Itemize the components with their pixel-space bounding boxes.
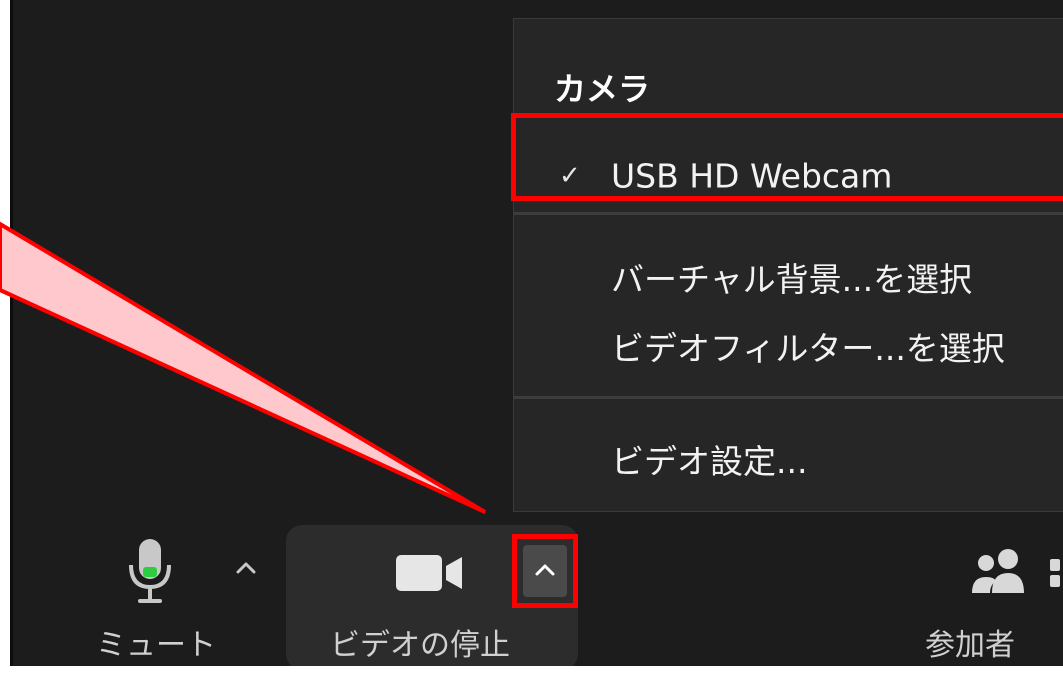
menu-item-video-settings[interactable]: ビデオ設定... <box>514 429 1063 489</box>
participants-label[interactable]: 参加者 <box>925 620 1015 664</box>
page-margin-bottom <box>0 666 1063 676</box>
camera-menu: カメラ ✓ USB HD Webcam バーチャル背景...を選択 ビデオフィル… <box>513 18 1063 512</box>
caret-up-icon[interactable] <box>232 558 260 582</box>
menu-item-label: ビデオフィルター...を選択 <box>611 329 1005 368</box>
menu-item-label: バーチャル背景...を選択 <box>611 260 973 299</box>
caret-button-background <box>523 545 567 597</box>
video-options-caret-button[interactable] <box>512 534 578 608</box>
menu-title: カメラ <box>554 70 651 108</box>
microphone-icon[interactable] <box>128 537 172 613</box>
menu-item-label: ビデオ設定... <box>611 442 808 481</box>
caret-up-icon <box>535 564 555 576</box>
video-camera-icon[interactable] <box>396 553 468 597</box>
mute-label[interactable]: ミュート <box>96 620 216 664</box>
webcam-highlight-box <box>511 113 1063 201</box>
menu-item-video-filter[interactable]: ビデオフィルター...を選択 <box>514 316 1063 376</box>
menu-separator <box>514 396 1063 399</box>
participants-icon[interactable] <box>972 547 1063 603</box>
page-margin-left <box>0 0 10 676</box>
menu-separator <box>514 212 1063 215</box>
menu-item-virtual-background[interactable]: バーチャル背景...を選択 <box>514 247 1063 307</box>
window-edge <box>10 0 13 676</box>
stop-video-label[interactable]: ビデオの停止 <box>330 620 510 664</box>
